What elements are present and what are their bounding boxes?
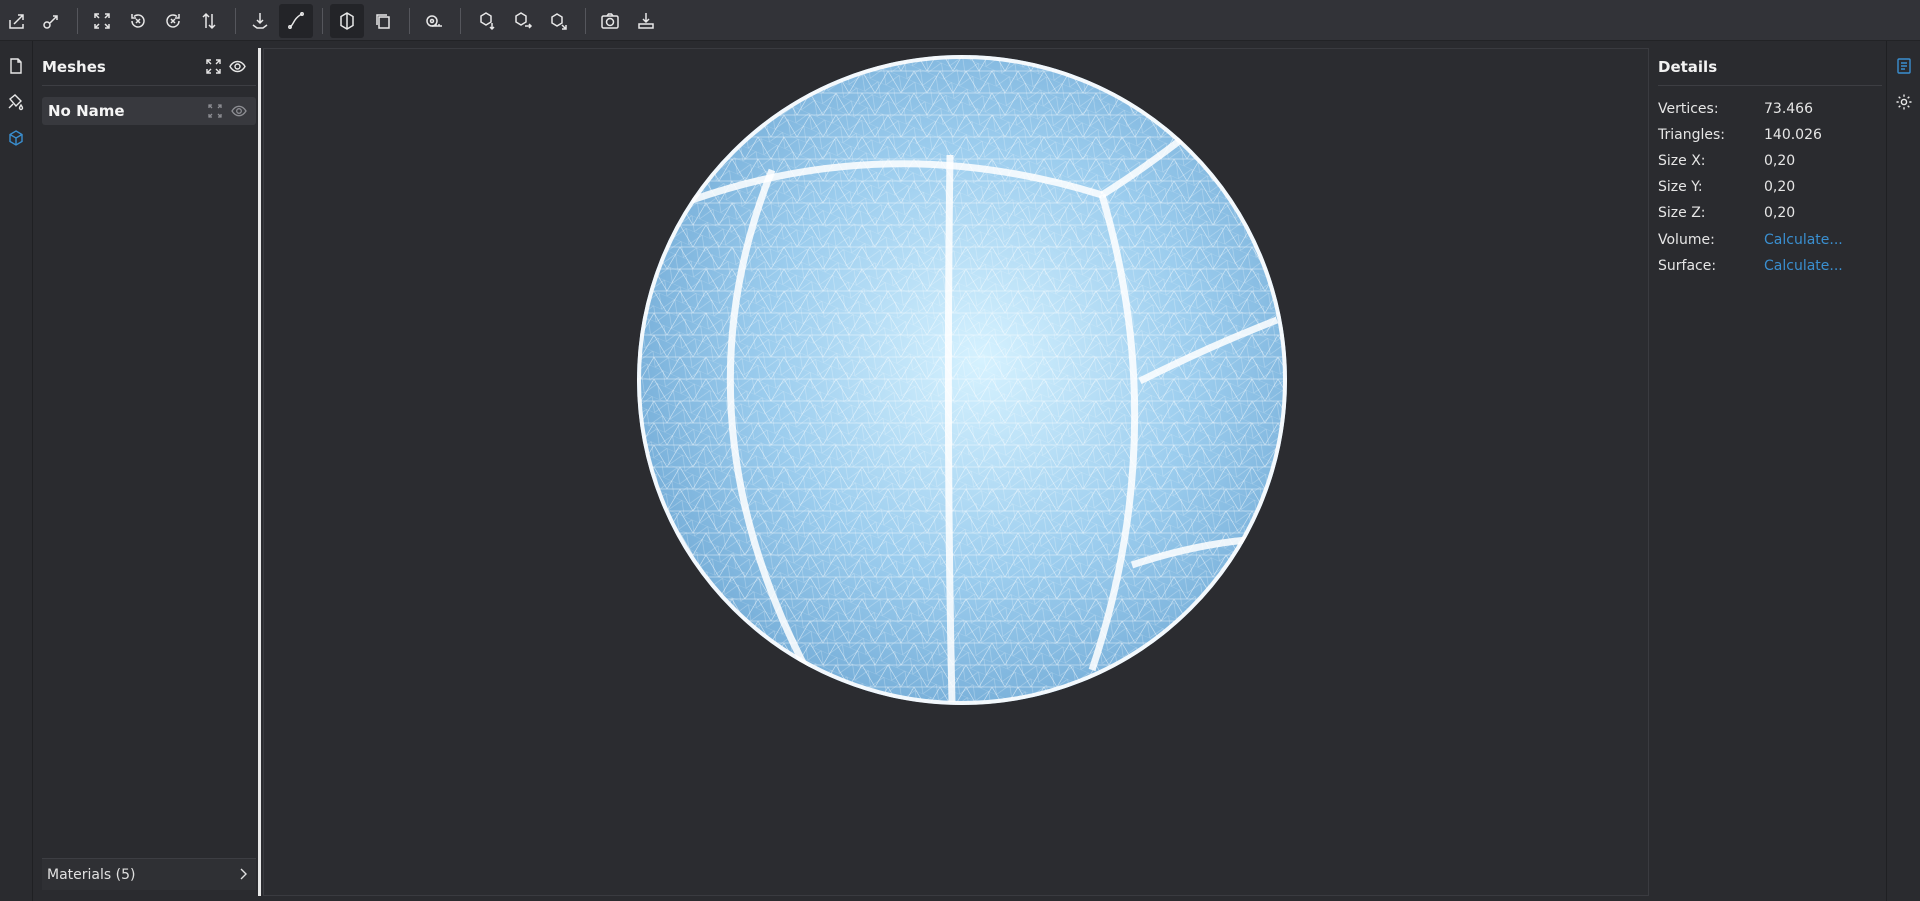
details-title: Details bbox=[1658, 58, 1718, 76]
left-icon-rail bbox=[0, 41, 33, 901]
place-on-ground-icon bbox=[252, 13, 268, 29]
detail-key: Triangles: bbox=[1658, 127, 1725, 143]
measure-button[interactable] bbox=[417, 4, 451, 38]
flip-button[interactable] bbox=[192, 4, 226, 38]
view-top-button[interactable] bbox=[542, 4, 576, 38]
materials-button[interactable] bbox=[3, 89, 29, 115]
detail-value: 140.026 bbox=[1764, 127, 1822, 143]
details-panel: Details Vertices: 73.466 Triangles: 140.… bbox=[1650, 41, 1885, 901]
panel-splitter[interactable] bbox=[258, 48, 261, 896]
mesh-name: No Name bbox=[48, 102, 125, 120]
view-side-icon bbox=[515, 12, 533, 29]
measure-icon bbox=[426, 15, 442, 27]
snapshot-button[interactable] bbox=[593, 4, 627, 38]
toolbar-separator bbox=[460, 8, 461, 34]
calculate-volume-link[interactable]: Calculate... bbox=[1764, 232, 1843, 248]
import-button[interactable] bbox=[0, 4, 34, 38]
expand-icon bbox=[205, 58, 221, 74]
calculate-surface-link[interactable]: Calculate... bbox=[1764, 258, 1843, 274]
volleyball-wireframe-model bbox=[637, 55, 1287, 705]
detail-value: 0,20 bbox=[1764, 153, 1796, 169]
gear-icon bbox=[1896, 94, 1912, 110]
mesh-list-item[interactable]: No Name bbox=[42, 97, 256, 125]
detail-row-size-x: Size X: 0,20 bbox=[1658, 151, 1882, 173]
ortho-view-icon bbox=[376, 14, 390, 29]
detail-key: Surface: bbox=[1658, 258, 1717, 274]
detail-key: Size X: bbox=[1658, 153, 1706, 169]
right-icon-rail bbox=[1886, 41, 1920, 901]
detail-row-triangles: Triangles: 140.026 bbox=[1658, 125, 1882, 147]
rotate-right-button[interactable] bbox=[156, 4, 190, 38]
materials-icon bbox=[8, 94, 24, 111]
ball-seam bbox=[944, 154, 956, 703]
import-icon bbox=[9, 14, 24, 29]
details-divider bbox=[1658, 85, 1882, 86]
toolbar-separator bbox=[585, 8, 586, 34]
solid-view-button[interactable] bbox=[330, 4, 364, 38]
detail-key: Size Y: bbox=[1658, 179, 1703, 195]
snapshot-icon bbox=[601, 13, 619, 29]
view-front-button[interactable] bbox=[470, 4, 504, 38]
fit-all-meshes-button[interactable] bbox=[202, 55, 224, 77]
fit-view-button[interactable] bbox=[85, 4, 119, 38]
detail-row-vertices: Vertices: 73.466 bbox=[1658, 99, 1882, 121]
download-button[interactable] bbox=[629, 4, 663, 38]
ortho-view-button[interactable] bbox=[366, 4, 400, 38]
view-side-button[interactable] bbox=[506, 4, 540, 38]
detail-row-volume: Volume: Calculate... bbox=[1658, 230, 1882, 252]
eye-icon bbox=[231, 105, 247, 117]
wireframe-icon bbox=[288, 12, 304, 29]
detail-key: Size Z: bbox=[1658, 205, 1706, 221]
detail-key: Vertices: bbox=[1658, 101, 1719, 117]
detail-row-surface: Surface: Calculate... bbox=[1658, 256, 1882, 278]
details-icon bbox=[1897, 58, 1911, 74]
toolbar-separator bbox=[322, 8, 323, 34]
view-top-icon bbox=[551, 13, 567, 30]
toolbar-separator bbox=[409, 8, 410, 34]
toolbar-separator bbox=[235, 8, 236, 34]
export-button[interactable] bbox=[34, 4, 68, 38]
toolbar-separator bbox=[77, 8, 78, 34]
detail-value: 0,20 bbox=[1764, 205, 1796, 221]
view-front-icon bbox=[480, 12, 495, 31]
eye-icon bbox=[228, 60, 246, 72]
toggle-all-visibility-button[interactable] bbox=[226, 55, 248, 77]
place-on-ground-button[interactable] bbox=[243, 4, 277, 38]
mesh-visibility-button[interactable] bbox=[228, 100, 250, 122]
detail-row-size-y: Size Y: 0,20 bbox=[1658, 177, 1882, 199]
download-icon bbox=[638, 13, 654, 29]
settings-button[interactable] bbox=[1891, 89, 1917, 115]
chevron-right-icon bbox=[240, 868, 247, 880]
fit-view-icon bbox=[94, 13, 110, 29]
wireframe-button[interactable] bbox=[279, 4, 313, 38]
flip-icon bbox=[202, 12, 216, 30]
detail-key: Volume: bbox=[1658, 232, 1715, 248]
detail-value: 73.466 bbox=[1764, 101, 1813, 117]
file-button[interactable] bbox=[3, 53, 29, 79]
panel-divider bbox=[42, 85, 256, 86]
export-icon bbox=[43, 15, 58, 29]
materials-label: Materials (5) bbox=[47, 867, 136, 883]
detail-row-size-z: Size Z: 0,20 bbox=[1658, 203, 1882, 225]
detail-value: 0,20 bbox=[1764, 179, 1796, 195]
mesh-fit-button[interactable] bbox=[204, 100, 226, 122]
meshes-icon bbox=[9, 130, 23, 146]
meshes-button[interactable] bbox=[3, 125, 29, 151]
materials-section-toggle[interactable]: Materials (5) bbox=[42, 858, 256, 890]
rotate-left-button[interactable] bbox=[121, 4, 155, 38]
file-icon bbox=[10, 58, 22, 74]
rotate-right-icon bbox=[166, 14, 180, 28]
meshes-panel: Meshes No Name Materials (5) bbox=[34, 41, 258, 901]
meshes-title: Meshes bbox=[42, 58, 106, 76]
expand-icon bbox=[208, 104, 222, 118]
solid-view-icon bbox=[340, 12, 354, 30]
3d-viewport[interactable] bbox=[263, 48, 1649, 896]
top-toolbar bbox=[0, 0, 1920, 41]
details-button[interactable] bbox=[1891, 53, 1917, 79]
rotate-left-icon bbox=[131, 14, 145, 28]
